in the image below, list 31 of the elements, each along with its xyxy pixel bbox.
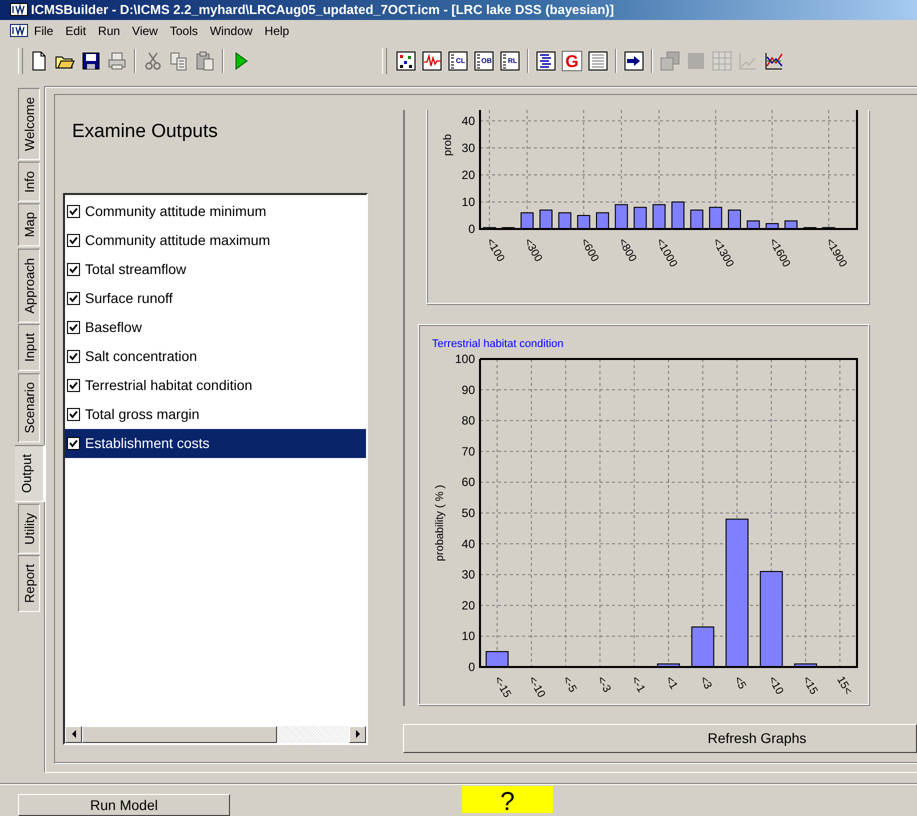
- axis-tick-label: 0: [468, 222, 475, 236]
- axis-tick-label: 20: [462, 168, 475, 182]
- axis-tick-label: 70: [462, 444, 475, 458]
- axis-tick-label: <3: [697, 674, 714, 692]
- axis-tick-label: <15: [800, 674, 820, 696]
- axis-tick-label: 30: [462, 567, 475, 582]
- axis-tick-label: <1: [662, 674, 680, 692]
- axis-tick-label: <-5: [560, 674, 579, 694]
- axis-tick-label: 60: [462, 474, 475, 489]
- window-title: ICMSBuilder - D:\ICMS 2.2_myhard\LRCAug05_updated_7OCT.icm - [LRC lake DSS (bayesian)]: [31, 2, 614, 18]
- axis-tick-label: 40: [462, 536, 475, 550]
- axis-tick-label: <10: [766, 674, 786, 696]
- axis-tick-label: 20: [462, 598, 475, 612]
- axis-tick-label: 15<: [834, 674, 854, 696]
- axis-tick-label: 90: [462, 382, 475, 396]
- axis-title: probability ( % ): [434, 484, 446, 561]
- axis-tick-label: <-1: [628, 674, 648, 694]
- page-heading: Examine Outputs: [72, 120, 219, 144]
- axis-tick-label: 80: [462, 413, 475, 428]
- axis-tick-label: 0: [468, 660, 475, 674]
- chart-title: Terrestrial habitat condition: [432, 338, 564, 350]
- axis-title: prob: [442, 134, 454, 156]
- axis-tick-label: 100: [454, 352, 475, 366]
- axis-tick-label: 40: [462, 114, 475, 128]
- axis-tick-label: <5: [731, 674, 748, 692]
- axis-tick-label: 50: [462, 506, 475, 520]
- axis-tick-label: 10: [462, 194, 475, 209]
- axis-tick-label: 10: [462, 628, 475, 643]
- axis-tick-label: <-3: [594, 674, 613, 694]
- help-box: ?: [462, 786, 553, 813]
- axis-tick-label: 30: [462, 140, 475, 155]
